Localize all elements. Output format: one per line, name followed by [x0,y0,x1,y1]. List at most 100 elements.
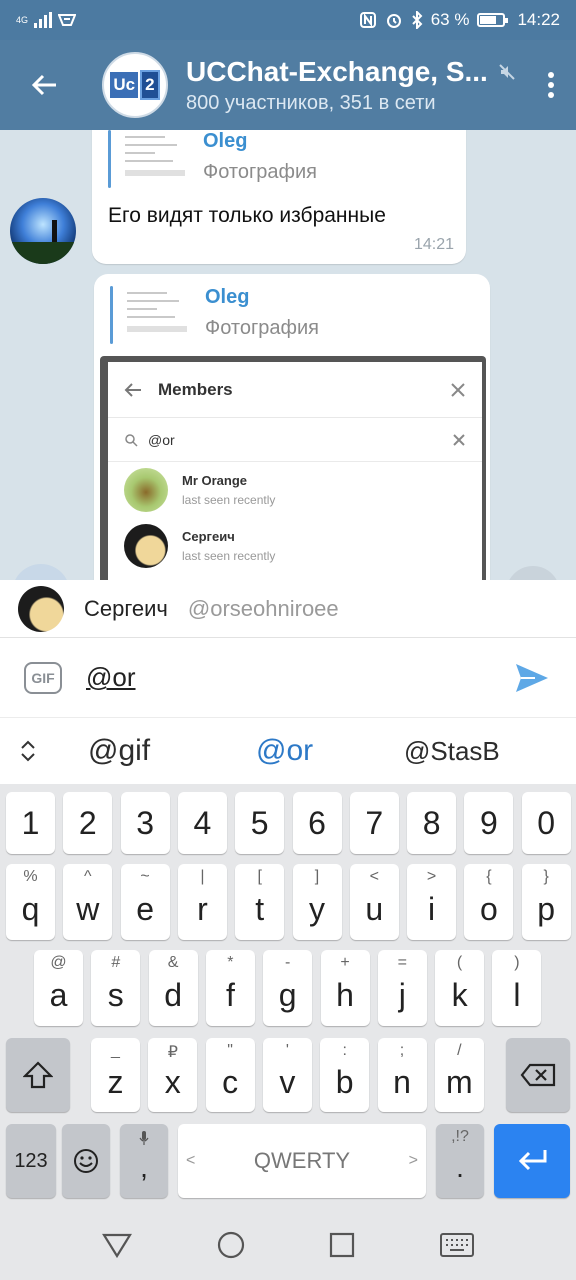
gif-button[interactable]: GIF [24,661,62,694]
mention-username: @orseohniroee [187,595,339,621]
key-q[interactable]: % q [6,864,55,940]
reply-type: Фотография [205,317,319,339]
key-6[interactable]: 6 [292,792,342,854]
photo-attachment[interactable]: Members @or Mr Orange last seen recently [100,356,486,580]
key-secondary-label: ₽ [167,1044,178,1061]
reply-thumbnail [119,130,189,184]
send-button[interactable] [502,648,562,708]
space-left-arrow: < [186,1152,196,1169]
key-2[interactable]: 2 [63,792,113,854]
mention-avatar [18,585,64,632]
key-r[interactable]: | r [177,864,227,940]
key-8[interactable]: 8 [407,792,457,854]
members-panel: Members @or Mr Orange last seen recently [108,362,482,580]
key-o[interactable]: {o [464,864,514,940]
period-label: . [456,1152,464,1183]
sender-avatar[interactable] [10,198,76,264]
mention-suggestion[interactable]: Сергеич @orseohniroee [0,580,576,638]
key-k[interactable]: (k [435,950,485,1026]
sender-avatar[interactable] [12,564,70,580]
key-t[interactable]: [t [235,864,285,940]
recents-square-icon[interactable] [329,1232,355,1258]
chat-subtitle: 800 участников, 351 в сети [186,91,436,114]
message-bubble[interactable]: Oleg Фотография Его видят только избранн… [92,130,466,264]
enter-key[interactable] [494,1124,570,1198]
status-left: 4G [16,12,77,28]
space-key[interactable]: < QWERTY > [178,1124,426,1198]
keyboard: 123 , < QWERTY > ,!? . 1 2 3 4 5 6 7 8 9 0% q ^ w ~ e |… [0,784,576,1210]
key-5[interactable]: 5 [235,792,285,854]
key-a[interactable]: @ a [34,950,83,1026]
reply-author: Oleg [205,286,250,308]
key-secondary-label: ~ [140,868,150,885]
battery-icon [477,13,509,27]
key-z[interactable]: _ z [91,1038,140,1112]
key-f[interactable]: * f [205,950,255,1026]
key-label: n [393,1063,411,1100]
key-x[interactable]: ₽ x [148,1038,198,1112]
more-menu-button[interactable] [526,40,576,130]
group-avatar[interactable]: Uc 2 [102,52,168,118]
backspace-key[interactable] [506,1038,570,1112]
key-b[interactable]: :b [320,1038,370,1112]
key-j[interactable]: = j [377,950,427,1026]
key-p[interactable]: } p [521,864,571,940]
back-triangle-icon[interactable] [102,1232,133,1258]
key-secondary-label: | [200,868,205,885]
key-9[interactable]: 9 [464,792,514,854]
key-secondary-label: # [111,954,121,971]
key-u[interactable]: < u [349,864,399,940]
chat-header: Uc 2 UCChat-Exchange, S... 800 участнико… [0,40,576,130]
member-row: Mr Orange last seen recently [108,462,482,518]
suggestion-2[interactable]: @or [256,734,313,768]
shift-icon [23,1061,53,1089]
key-c[interactable]: " c [205,1038,255,1112]
reply-text: Oleg Фотография [205,286,319,340]
keyboard-toggle-icon[interactable] [439,1233,474,1257]
reply-preview[interactable]: Oleg Фотография [110,286,319,344]
key-4[interactable]: 4 [177,792,227,854]
key-y[interactable]: ] y [292,864,342,940]
expand-suggestions-button[interactable] [0,739,56,763]
message-bubble[interactable]: Oleg Фотография Members @or Mr Orange la… [94,274,490,580]
key-label: r [197,890,208,927]
logo-text-uc: Uc [110,72,139,98]
period-key[interactable]: ,!? . [436,1124,484,1198]
key-1[interactable]: 1 [6,792,55,854]
numbers-key[interactable]: 123 [6,1124,56,1198]
reply-preview[interactable]: Oleg Фотография [108,130,317,188]
key-secondary-label: @ [50,954,67,971]
key-e[interactable]: ~ e [120,864,170,940]
key-label: y [309,890,325,927]
key-7[interactable]: 7 [349,792,399,854]
key-h[interactable]: + h [320,950,370,1026]
key-0[interactable]: 0 [521,792,571,854]
suggestion-1[interactable]: @gif [88,734,150,768]
key-m[interactable]: / m [434,1038,484,1112]
shift-key[interactable] [6,1038,70,1112]
emoji-key[interactable] [62,1124,110,1198]
scroll-down-button[interactable] [506,566,560,580]
key-3[interactable]: 3 [120,792,170,854]
key-secondary-label: ( [456,954,463,971]
key-n[interactable]: ; n [377,1038,427,1112]
group-logo: Uc 2 [110,70,160,100]
mention-name: Сергеич [84,595,168,621]
key-d[interactable]: & d [148,950,198,1026]
keyboard-suggestions: @gif @or @StasB [0,718,576,784]
chat-area[interactable]: Oleg Фотография Его видят только избранн… [0,130,576,580]
key-v[interactable]: ' v [262,1038,312,1112]
home-circle-icon[interactable] [217,1231,245,1259]
comma-key[interactable]: , [120,1124,168,1198]
back-button[interactable] [0,40,88,130]
message-input[interactable]: @or [86,662,502,693]
key-l[interactable]: ) l [492,950,542,1026]
chat-info[interactable]: UCChat-Exchange, S... 800 участников, 35… [186,56,526,115]
backspace-icon [520,1063,556,1087]
key-s[interactable]: # s [91,950,141,1026]
key-g[interactable]: -g [263,950,313,1026]
key-i[interactable]: > i [407,864,457,940]
composer: GIF @or [0,638,576,718]
key-w[interactable]: ^ w [63,864,113,940]
suggestion-3[interactable]: @StasB [404,736,500,767]
